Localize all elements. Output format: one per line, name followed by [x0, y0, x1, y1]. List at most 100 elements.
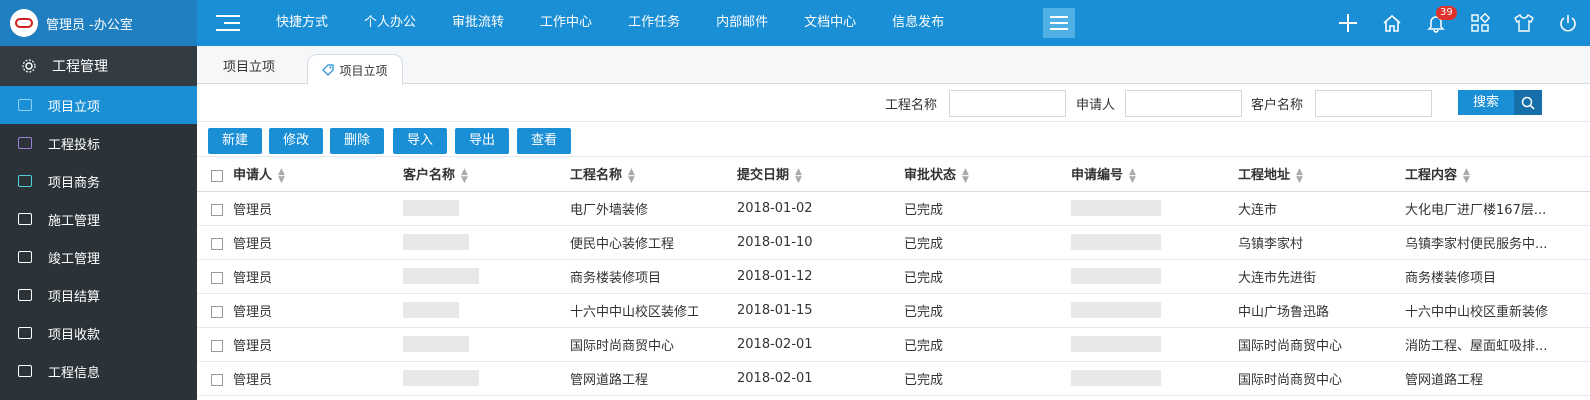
- tab-label: 项目立项: [339, 63, 388, 78]
- header-customer[interactable]: 客户名称 ▲ ▼: [364, 157, 531, 192]
- cell-status: 已完成: [865, 361, 1032, 396]
- row-checkbox[interactable]: [211, 238, 223, 250]
- cell-date-text: 2018-01-12: [737, 268, 813, 284]
- nav-item-documents[interactable]: 文档中心: [786, 0, 874, 46]
- row-checkbox[interactable]: [211, 272, 223, 284]
- sidebar-item-project-info[interactable]: 工程信息: [0, 352, 197, 390]
- nav-more-icon[interactable]: [1043, 8, 1075, 38]
- cell-date: 2018-02-01: [698, 327, 865, 362]
- sidebar-header[interactable]: 工程管理: [0, 46, 197, 86]
- table-header-row: 申请人 ▲ ▼ 客户名称 ▲ ▼ 工程名称 ▲ ▼ 提交日期 ▲ ▼ 审批状态 ▲ ▼ 申请编号 ▲ ▼…: [197, 157, 1590, 192]
- new-button[interactable]: 新建: [208, 128, 262, 154]
- search-button-label: 搜索: [1472, 95, 1499, 110]
- sort-icon: ▲ ▼: [962, 166, 969, 185]
- cell-content: 管网道路工程: [1366, 361, 1590, 396]
- row-checkbox[interactable]: [211, 306, 223, 318]
- header-status[interactable]: 审批状态 ▲ ▼: [865, 157, 1032, 192]
- brand: 管理员 -办公室: [0, 0, 197, 46]
- sidebar-item-construction[interactable]: 施工管理: [0, 200, 197, 238]
- edit-button[interactable]: 修改: [269, 128, 323, 154]
- cell-applicant-text: 管理员: [233, 236, 273, 252]
- cell-content-text: 商务楼装修项目: [1405, 270, 1497, 286]
- row-checkbox[interactable]: [211, 340, 223, 352]
- folder-icon: [18, 251, 32, 263]
- select-all-checkbox[interactable]: [211, 169, 223, 182]
- sort-icon: ▲ ▼: [795, 166, 802, 185]
- sidebar-item-label: 施工管理: [48, 213, 101, 229]
- table-row[interactable]: 管理员 电厂外墙装修 2018-01-02 已完成 大连市 大化电厂进厂楼167层...: [197, 191, 1590, 226]
- delete-button[interactable]: 删除: [330, 128, 384, 154]
- tab-project-setup-active[interactable]: 项目立项: [307, 54, 403, 85]
- sidebar-item-business[interactable]: 项目商务: [0, 162, 197, 200]
- applicant-input[interactable]: [1125, 90, 1242, 117]
- cell-applicant: 管理员: [197, 191, 364, 226]
- header-project[interactable]: 工程名称 ▲ ▼: [531, 157, 698, 192]
- cell-address: 国际时尚商贸中心: [1199, 327, 1366, 362]
- nav-item-publish[interactable]: 信息发布: [874, 0, 962, 46]
- plus-icon[interactable]: [1326, 0, 1370, 46]
- sidebar-item-settlement[interactable]: 项目结算: [0, 276, 197, 314]
- cell-address-text: 大连市: [1238, 202, 1278, 218]
- tab-project-setup[interactable]: 项目立项: [223, 56, 275, 75]
- redacted-value: [1071, 370, 1161, 386]
- shirt-icon[interactable]: [1502, 0, 1546, 46]
- power-icon[interactable]: [1546, 0, 1590, 46]
- redacted-value: [403, 302, 459, 318]
- sidebar-item-completion[interactable]: 竣工管理: [0, 238, 197, 276]
- sidebar-header-label: 工程管理: [52, 59, 108, 75]
- import-button[interactable]: 导入: [393, 128, 447, 154]
- cell-content: 乌镇李家村便民服务中...: [1366, 225, 1590, 260]
- cell-status-text: 已完成: [904, 338, 944, 354]
- header-date[interactable]: 提交日期 ▲ ▼: [698, 157, 865, 192]
- sidebar-item-bidding[interactable]: 工程投标: [0, 124, 197, 162]
- customer-name-input[interactable]: [1315, 90, 1432, 117]
- nav-item-personal-office[interactable]: 个人办公: [346, 0, 434, 46]
- bell-icon[interactable]: 39: [1414, 0, 1458, 46]
- redacted-value: [403, 336, 469, 352]
- nav-item-tasks[interactable]: 工作任务: [610, 0, 698, 46]
- table-row[interactable]: 管理员 管网道路工程 2018-02-01 已完成 国际时尚商贸中心 管网道路工程: [197, 361, 1590, 396]
- menu-toggle-icon[interactable]: [216, 12, 240, 34]
- sidebar-item-payment[interactable]: 项目收款: [0, 314, 197, 352]
- table-row[interactable]: 管理员 十六中中山校区装修工程 2018-01-15 已完成 中山广场鲁迅路 十六中中山校…: [197, 293, 1590, 328]
- table-row[interactable]: 管理员 便民中心装修工程 2018-01-10 已完成 乌镇李家村 乌镇李家村便民服务中.…: [197, 225, 1590, 260]
- cell-date-text: 2018-02-01: [737, 336, 813, 352]
- folder-icon: [18, 213, 32, 225]
- search-button[interactable]: 搜索: [1458, 90, 1542, 115]
- export-button[interactable]: 导出: [455, 128, 509, 154]
- cell-address: 中山广场鲁迅路: [1199, 293, 1366, 328]
- cell-status-text: 已完成: [904, 202, 944, 218]
- nav-item-mail[interactable]: 内部邮件: [698, 0, 786, 46]
- nav-item-approval[interactable]: 审批流转: [434, 0, 522, 46]
- view-button[interactable]: 查看: [517, 128, 571, 154]
- redacted-value: [403, 200, 459, 216]
- home-icon[interactable]: [1370, 0, 1414, 46]
- header-number[interactable]: 申请编号 ▲ ▼: [1032, 157, 1199, 192]
- table-row[interactable]: 管理员 商务楼装修项目 2018-01-12 已完成 大连市先进街 商务楼装修项目: [197, 259, 1590, 294]
- cell-applicant: 管理员: [197, 361, 364, 396]
- cell-applicant: 管理员: [197, 225, 364, 260]
- cell-date-text: 2018-02-01: [737, 370, 813, 386]
- top-bar: 管理员 -办公室 快捷方式 个人办公 审批流转 工作中心 工作任务 内部邮件 文…: [0, 0, 1590, 46]
- sort-icon: ▲ ▼: [1296, 166, 1303, 185]
- table-row[interactable]: 管理员 国际时尚商贸中心 2018-02-01 已完成 国际时尚商贸中心 消防工程、屋面虹…: [197, 327, 1590, 362]
- header-address[interactable]: 工程地址 ▲ ▼: [1199, 157, 1366, 192]
- cell-customer: [364, 259, 531, 294]
- cell-applicant-text: 管理员: [233, 202, 273, 218]
- header-applicant[interactable]: 申请人 ▲ ▼: [197, 157, 364, 192]
- header-content[interactable]: 工程内容 ▲ ▼: [1366, 157, 1590, 192]
- nav-item-shortcuts[interactable]: 快捷方式: [258, 0, 346, 46]
- sidebar-item-project-setup[interactable]: 项目立项: [0, 86, 197, 124]
- cell-date-text: 2018-01-10: [737, 234, 813, 250]
- row-checkbox[interactable]: [211, 204, 223, 216]
- cell-customer: [364, 293, 531, 328]
- search-icon[interactable]: [1514, 90, 1542, 115]
- cell-project: 管网道路工程: [531, 361, 698, 396]
- project-name-input[interactable]: [949, 90, 1066, 117]
- redacted-value: [403, 370, 479, 386]
- nav-item-work-center[interactable]: 工作中心: [522, 0, 610, 46]
- gear-icon: [22, 59, 36, 73]
- apps-icon[interactable]: [1458, 0, 1502, 46]
- row-checkbox[interactable]: [211, 374, 223, 386]
- tag-icon: [322, 64, 335, 76]
